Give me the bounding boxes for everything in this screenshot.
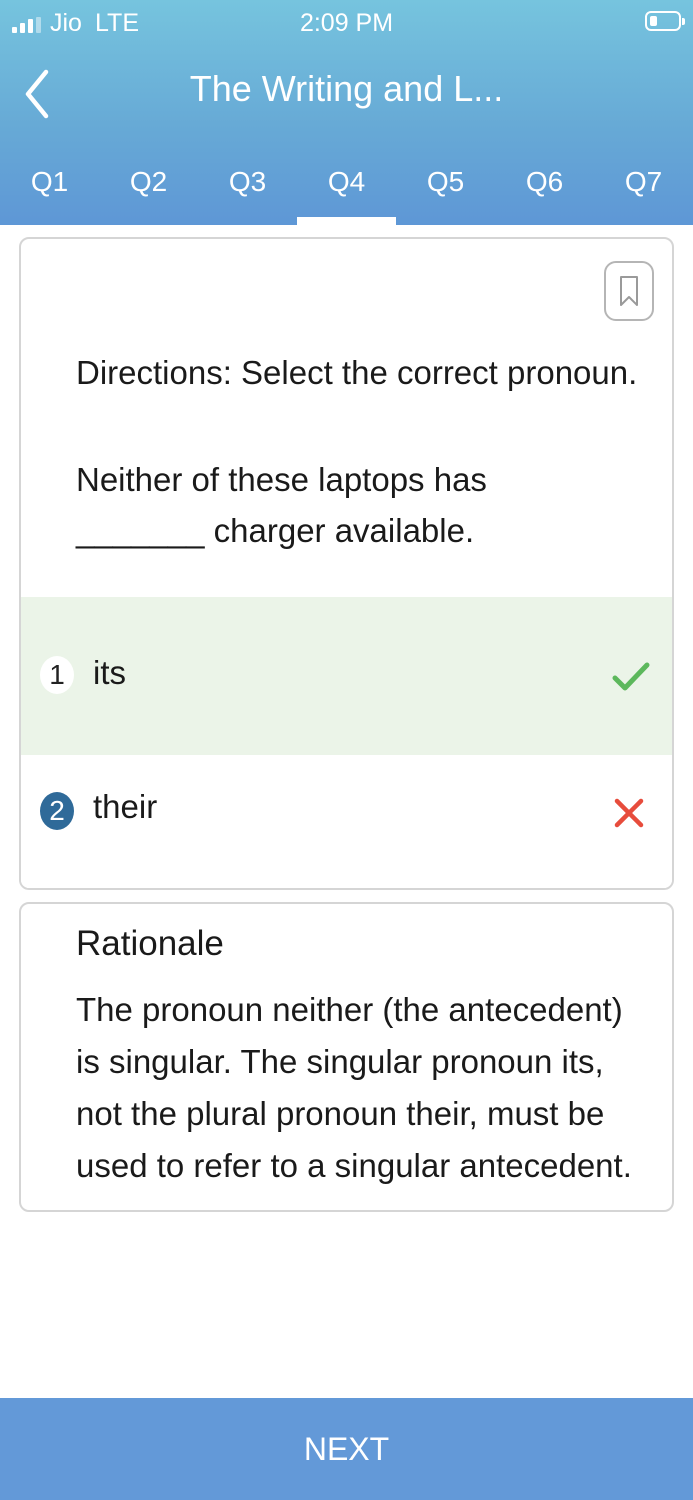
- app-header: Jio LTE 2:09 PM The Writing and L... Q1 …: [0, 0, 693, 225]
- question-directions: Directions: Select the correct pronoun.: [76, 354, 638, 391]
- question-card: Directions: Select the correct pronoun. …: [19, 237, 674, 890]
- rationale-title: Rationale: [76, 924, 224, 963]
- tab-q4[interactable]: Q4: [297, 150, 396, 225]
- tab-q1[interactable]: Q1: [0, 150, 99, 225]
- question-tabs: Q1 Q2 Q3 Q4 Q5 Q6 Q7: [0, 150, 693, 225]
- rationale-card: Rationale The pronoun neither (the antec…: [19, 902, 674, 1212]
- question-text: Neither of these laptops has _______ cha…: [76, 461, 487, 549]
- page-title: The Writing and L...: [189, 68, 504, 109]
- tab-q2[interactable]: Q2: [99, 150, 198, 225]
- tab-q3[interactable]: Q3: [198, 150, 297, 225]
- next-button[interactable]: NEXT: [0, 1398, 693, 1500]
- status-time: 2:09 PM: [299, 9, 394, 37]
- option-label: its: [93, 654, 126, 691]
- answer-option-1[interactable]: 1 its: [21, 597, 672, 755]
- tab-q6[interactable]: Q6: [495, 150, 594, 225]
- option-number: 2: [40, 792, 74, 830]
- option-label: their: [93, 788, 158, 825]
- tab-q5[interactable]: Q5: [396, 150, 495, 225]
- checkmark-icon: [612, 662, 650, 691]
- battery-icon: [645, 11, 685, 31]
- option-number: 1: [40, 656, 74, 694]
- tab-q7[interactable]: Q7: [594, 150, 693, 225]
- answer-option-2[interactable]: 2 their: [21, 755, 672, 888]
- status-bar: Jio LTE 2:09 PM: [0, 0, 693, 46]
- bookmark-button[interactable]: [604, 261, 654, 321]
- rationale-text: The pronoun neither (the antecedent) is …: [76, 991, 632, 1184]
- x-icon: [614, 798, 644, 828]
- bookmark-icon: [620, 276, 638, 306]
